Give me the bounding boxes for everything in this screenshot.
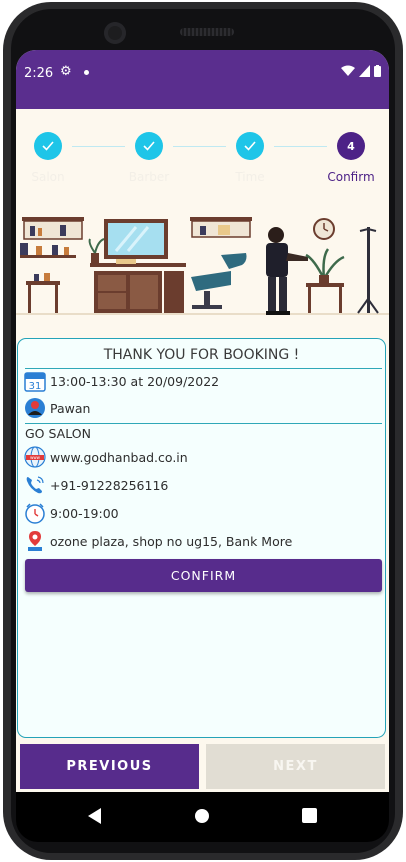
recents-icon[interactable]: [302, 808, 317, 823]
step-label-confirm: Confirm: [327, 170, 375, 184]
app-screen: 2:26 ⚙ 4 Salon Barber Time Confirm THANK…: [16, 50, 389, 792]
step-label-barber: Barber: [128, 170, 170, 184]
step-connector: [274, 146, 327, 147]
divider: [25, 368, 382, 369]
next-button[interactable]: NEXT: [206, 744, 385, 789]
address-row: ozone plaza, shop no ug15, Bank More: [24, 530, 292, 552]
location-pin-icon: [28, 531, 42, 551]
status-time: 2:26: [24, 66, 54, 81]
globe-www-icon: www: [24, 446, 46, 468]
barber-name: Pawan: [50, 400, 91, 416]
step-label-time: Time: [235, 170, 265, 184]
wifi-icon: [341, 65, 355, 76]
barber-row: Pawan: [24, 397, 90, 419]
step-connector: [173, 146, 226, 147]
status-icons: [341, 65, 381, 77]
salon-name: GO SALON: [25, 426, 91, 441]
android-nav-bar: [16, 792, 389, 842]
battery-icon: [374, 65, 381, 77]
step-connector: [72, 146, 125, 147]
step-confirm-number[interactable]: 4: [337, 132, 365, 160]
back-icon[interactable]: [88, 808, 102, 824]
hours-row: 9:00-19:00: [24, 502, 119, 524]
confirm-button[interactable]: CONFIRM: [25, 559, 382, 592]
booking-datetime-row: 31 13:00-13:30 at 20/09/2022: [24, 370, 219, 392]
signal-icon: [359, 65, 370, 77]
status-bar: 2:26 ⚙: [16, 50, 389, 109]
calendar-icon: 31: [24, 372, 46, 392]
step-barber-check-icon[interactable]: [135, 132, 163, 160]
step-salon-check-icon[interactable]: [34, 132, 62, 160]
home-icon[interactable]: [194, 808, 210, 824]
previous-button[interactable]: PREVIOUS: [20, 744, 199, 789]
website-row[interactable]: www www.godhanbad.co.in: [24, 446, 188, 468]
earpiece-speaker: [180, 28, 234, 36]
settings-gear-icon: ⚙: [60, 64, 72, 79]
booking-confirmation-card: THANK YOU FOR BOOKING ! 31 13:00-13:30 a…: [17, 338, 386, 738]
divider: [25, 423, 382, 424]
booking-datetime: 13:00-13:30 at 20/09/2022: [50, 373, 220, 389]
salon-website[interactable]: www.godhanbad.co.in: [50, 450, 188, 465]
calendar-day-text: 31: [29, 381, 42, 392]
clock-hours-icon: [25, 503, 45, 524]
phone-frame: 2:26 ⚙ 4 Salon Barber Time Confirm THANK…: [0, 0, 406, 862]
notification-dot-icon: [84, 70, 89, 75]
svg-text:www: www: [30, 455, 41, 460]
step-time-check-icon[interactable]: [236, 132, 264, 160]
salon-address: ozone plaza, shop no ug15, Bank More: [50, 533, 293, 549]
card-title: THANK YOU FOR BOOKING !: [103, 347, 300, 363]
salon-phone[interactable]: +91-91228256116: [50, 478, 168, 493]
step-label-salon: Salon: [31, 170, 65, 184]
barbershop-illustration: [16, 213, 389, 319]
booking-stepper: 4 Salon Barber Time Confirm: [16, 120, 389, 190]
phone-icon: [26, 476, 44, 494]
phone-row[interactable]: +91-91228256116: [24, 474, 168, 496]
salon-hours: 9:00-19:00: [50, 505, 119, 521]
front-camera: [104, 22, 126, 44]
barber-avatar-icon: [25, 398, 45, 418]
